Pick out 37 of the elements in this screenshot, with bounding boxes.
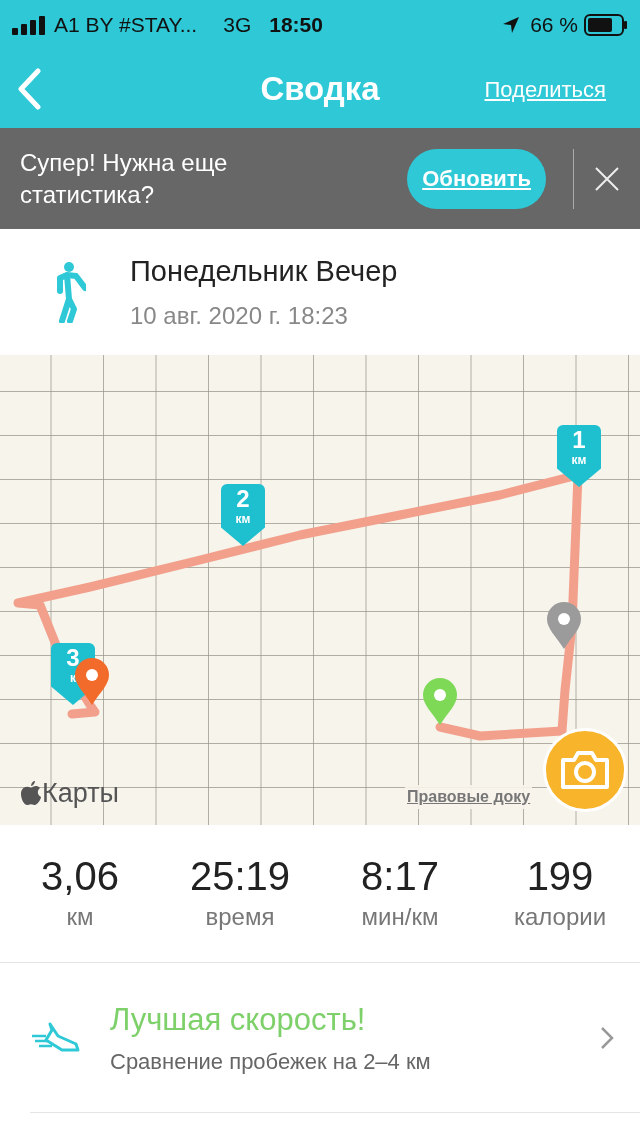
stat-value: 25:19 [189,852,291,899]
stat-label: калории [513,901,607,932]
chevron-right-icon [600,1025,614,1050]
stat-value: 8:17 [361,852,439,899]
screen-title: Сводка [260,69,380,110]
carrier-name: A1 BY #STAY... [54,12,198,39]
close-icon [594,165,620,192]
achievement-title: Лучшая скорость! [110,1000,367,1039]
maps-logo-text: Карты [42,777,119,810]
stat-label: мин/км [361,901,439,932]
stat-value: 3,06 [41,852,119,899]
legal-link[interactable]: Правовые доку [405,785,533,809]
km-number: 2 [236,486,250,512]
battery-icon [584,14,628,36]
stat-value: 199 [526,852,594,899]
km-unit: км [571,453,587,467]
battery-percent: 66 % [530,12,578,39]
stat-label: км [66,901,94,932]
stat-label: время [205,901,275,932]
best-speed-row[interactable]: Лучшая скорость! Сравнение пробежек на 2–4 км [30,963,640,1113]
camera-icon [560,750,610,790]
apple-logo-icon [20,780,42,807]
network-type: 3G [223,12,252,39]
location-arrow-icon [502,16,521,34]
running-shoe-icon [30,1021,80,1054]
km-unit: км [235,512,251,526]
activity-title: Понедельник Вечер [130,254,398,290]
banner-text: Супер! Нужна еще статистика? [20,147,229,210]
close-button[interactable] [594,165,620,192]
km-unit: к [70,671,76,685]
clock-time: 18:50 [269,12,323,39]
km-number: 1 [572,427,586,453]
back-chevron-icon [16,68,42,110]
km-number: 3 [66,645,80,671]
achievement-subtitle: Сравнение пробежек на 2–4 км [110,1048,432,1077]
activity-date: 10 авг. 2020 г. 18:23 [130,300,349,331]
signal-icon [12,15,46,35]
